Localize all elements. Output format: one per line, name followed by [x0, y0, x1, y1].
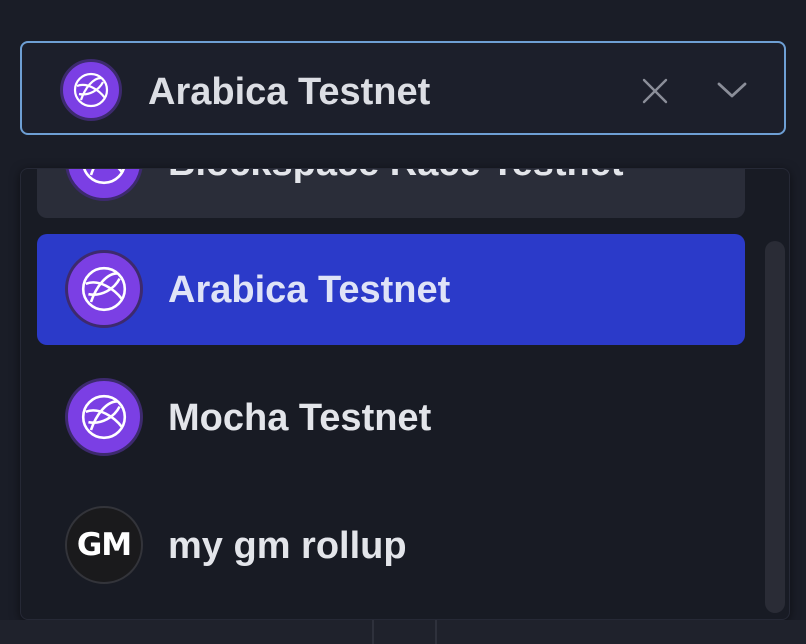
- network-dropdown-menu: Blockspace Race Testnet Arabica Testnet: [20, 168, 790, 620]
- celestia-globe-icon: [73, 72, 109, 108]
- close-icon: [642, 78, 668, 104]
- option-avatar: [65, 169, 143, 201]
- dropdown-toggle-button[interactable]: [716, 80, 748, 100]
- panel-divider: [435, 620, 437, 644]
- option-label: Blockspace Race Testnet: [168, 169, 624, 182]
- option-avatar: [65, 250, 143, 328]
- option-my-gm-rollup[interactable]: GM my gm rollup: [37, 490, 745, 601]
- selected-network-avatar: [60, 59, 122, 121]
- option-blockspace-race-testnet[interactable]: Blockspace Race Testnet: [37, 169, 745, 218]
- celestia-globe-icon: [81, 266, 127, 312]
- gm-avatar: GM: [65, 506, 143, 584]
- gm-avatar-text: GM: [76, 527, 132, 563]
- celestia-globe-icon: [81, 394, 127, 440]
- option-label: Mocha Testnet: [168, 397, 432, 439]
- selected-network-label: Arabica Testnet: [148, 71, 431, 113]
- option-arabica-testnet[interactable]: Arabica Testnet: [37, 234, 745, 345]
- option-mocha-testnet[interactable]: Mocha Testnet: [37, 362, 745, 473]
- clear-selection-button[interactable]: [642, 78, 668, 104]
- option-avatar: [65, 378, 143, 456]
- celestia-globe-icon: [83, 169, 125, 185]
- dropdown-scrollbar[interactable]: [765, 241, 785, 613]
- background-panel-edge: [0, 620, 806, 644]
- network-select[interactable]: Arabica Testnet: [20, 41, 786, 135]
- chevron-down-icon: [717, 82, 747, 98]
- option-label: Arabica Testnet: [168, 269, 451, 311]
- option-label: my gm rollup: [168, 525, 407, 567]
- panel-divider: [372, 620, 374, 644]
